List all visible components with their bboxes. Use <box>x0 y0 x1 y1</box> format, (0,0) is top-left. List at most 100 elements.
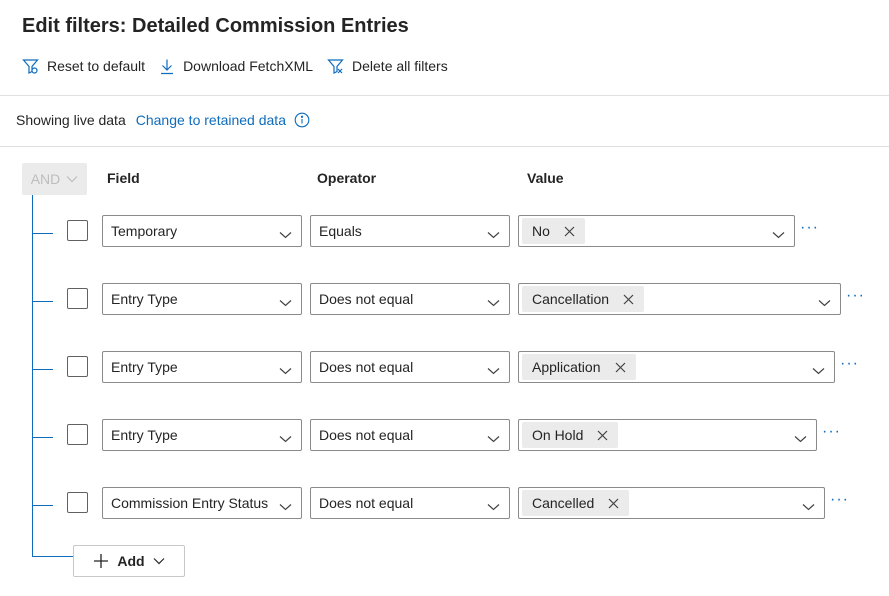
dismiss-icon[interactable] <box>623 294 634 305</box>
more-options-button[interactable]: ··· <box>846 287 865 305</box>
operator-dropdown[interactable]: Does not equal <box>310 351 510 383</box>
operator-dropdown[interactable]: Does not equal <box>310 283 510 315</box>
dismiss-icon[interactable] <box>608 498 619 509</box>
field-value: Entry Type <box>111 359 178 375</box>
more-icon: ··· <box>800 219 819 236</box>
value-chip-label: No <box>532 223 550 239</box>
row-select-checkbox[interactable] <box>67 356 88 377</box>
operator-value: Does not equal <box>319 427 414 443</box>
dismiss-icon[interactable] <box>564 226 575 237</box>
filter-delete-icon <box>327 58 352 75</box>
operator-value: Does not equal <box>319 291 414 307</box>
value-column-header: Value <box>527 170 564 186</box>
add-button[interactable]: Add <box>73 545 185 577</box>
dismiss-icon[interactable] <box>615 362 626 373</box>
operator-dropdown[interactable]: Does not equal <box>310 487 510 519</box>
more-icon: ··· <box>830 491 849 508</box>
field-value: Entry Type <box>111 291 178 307</box>
chevron-down-icon <box>279 294 292 310</box>
row-select-checkbox[interactable] <box>67 288 88 309</box>
row-connector-line <box>33 437 53 438</box>
field-value: Commission Entry Status <box>111 495 269 511</box>
value-chip-label: Cancellation <box>532 291 610 307</box>
download-icon <box>159 58 183 75</box>
chevron-down-icon <box>279 226 292 242</box>
reset-to-default-label: Reset to default <box>47 58 146 74</box>
field-dropdown[interactable]: Temporary <box>102 215 302 247</box>
value-chip-label: On Hold <box>532 427 584 443</box>
chevron-down-icon <box>487 498 500 514</box>
operator-dropdown[interactable]: Equals <box>310 215 510 247</box>
filter-reset-icon <box>22 58 47 75</box>
delete-all-filters-label: Delete all filters <box>352 58 448 74</box>
field-value: Entry Type <box>111 427 178 443</box>
operator-value: Does not equal <box>319 359 414 375</box>
dismiss-icon[interactable] <box>597 430 608 441</box>
group-operator-label: AND <box>30 171 61 187</box>
operator-value: Equals <box>319 223 362 239</box>
more-icon: ··· <box>846 287 865 304</box>
row-select-checkbox[interactable] <box>67 492 88 513</box>
chevron-down-icon <box>794 430 807 446</box>
live-data-bar: Showing live data Change to retained dat… <box>16 112 310 128</box>
value-chip-label: Cancelled <box>532 495 595 511</box>
more-icon: ··· <box>840 355 859 372</box>
field-dropdown[interactable]: Commission Entry Status <box>102 487 302 519</box>
row-connector-line <box>33 301 53 302</box>
add-label: Add <box>117 553 145 569</box>
download-fetchxml-label: Download FetchXML <box>183 58 314 74</box>
chevron-down-icon <box>487 294 500 310</box>
more-options-button[interactable]: ··· <box>822 423 841 441</box>
operator-dropdown[interactable]: Does not equal <box>310 419 510 451</box>
row-select-checkbox[interactable] <box>67 424 88 445</box>
operator-column-header: Operator <box>317 170 377 186</box>
divider <box>0 95 889 96</box>
info-icon[interactable] <box>294 112 310 128</box>
row-select-checkbox[interactable] <box>67 220 88 241</box>
more-options-button[interactable]: ··· <box>840 355 859 373</box>
chevron-down-icon <box>487 226 500 242</box>
value-chip: On Hold <box>522 422 619 448</box>
value-picker[interactable]: Cancellation <box>518 283 841 315</box>
more-icon: ··· <box>822 423 841 440</box>
group-connector-line <box>32 195 33 557</box>
download-fetchxml-button[interactable]: Download FetchXML <box>159 58 313 75</box>
toolbar: Reset to default Download FetchXML Delet… <box>22 55 462 77</box>
chevron-down-icon <box>153 557 165 565</box>
value-chip: No <box>522 218 585 244</box>
page-title: Edit filters: Detailed Commission Entrie… <box>22 15 409 37</box>
chevron-down-icon <box>279 430 292 446</box>
reset-to-default-button[interactable]: Reset to default <box>22 58 145 75</box>
field-dropdown[interactable]: Entry Type <box>102 283 302 315</box>
value-picker[interactable]: No <box>518 215 795 247</box>
value-picker[interactable]: Cancelled <box>518 487 825 519</box>
divider <box>0 146 889 147</box>
operator-value: Does not equal <box>319 495 414 511</box>
value-chip: Cancellation <box>522 286 645 312</box>
change-to-retained-data-link[interactable]: Change to retained data <box>136 112 286 128</box>
row-connector-line <box>33 233 53 234</box>
value-chip: Application <box>522 354 636 380</box>
chevron-down-icon <box>279 498 292 514</box>
field-dropdown[interactable]: Entry Type <box>102 351 302 383</box>
field-dropdown[interactable]: Entry Type <box>102 419 302 451</box>
chevron-down-icon <box>772 226 785 242</box>
value-picker[interactable]: Application <box>518 351 835 383</box>
more-options-button[interactable]: ··· <box>830 491 849 509</box>
group-operator-dropdown: AND <box>22 163 87 195</box>
delete-all-filters-button[interactable]: Delete all filters <box>327 58 448 75</box>
chevron-down-icon <box>487 430 500 446</box>
row-connector-line <box>33 369 53 370</box>
value-picker[interactable]: On Hold <box>518 419 817 451</box>
field-column-header: Field <box>107 170 140 186</box>
field-value: Temporary <box>111 223 178 239</box>
more-options-button[interactable]: ··· <box>800 219 819 237</box>
live-data-text: Showing live data <box>16 112 126 128</box>
plus-icon <box>93 553 109 569</box>
add-connector-line <box>33 556 73 557</box>
chevron-down-icon <box>487 362 500 378</box>
chevron-down-icon <box>802 498 815 514</box>
value-chip: Cancelled <box>522 490 630 516</box>
chevron-down-icon <box>60 175 78 183</box>
row-connector-line <box>33 505 53 506</box>
